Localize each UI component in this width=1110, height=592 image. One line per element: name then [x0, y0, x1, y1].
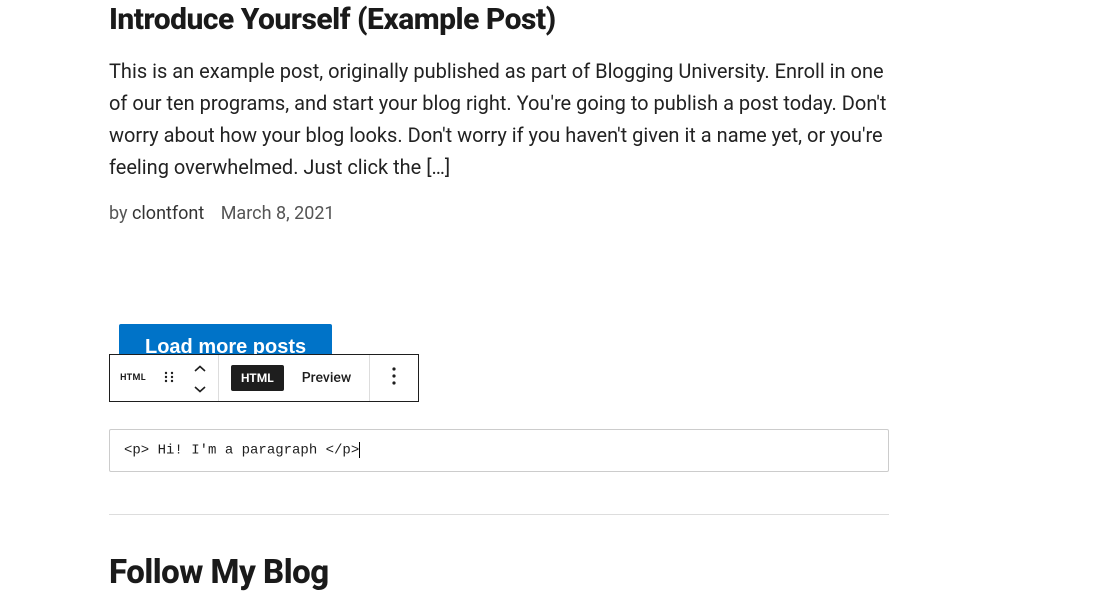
more-vertical-icon — [392, 367, 396, 389]
code-content: <p> Hi! I'm a paragraph </p> — [124, 443, 359, 459]
move-down-button[interactable] — [182, 379, 218, 397]
html-code-block[interactable]: <p> Hi! I'm a paragraph </p> — [109, 429, 889, 472]
post-excerpt: This is an example post, originally publ… — [109, 55, 899, 183]
post-title-link[interactable]: Introduce Yourself (Example Post) — [109, 2, 556, 37]
chevron-up-icon — [194, 361, 206, 376]
follow-blog-heading: Follow My Blog — [109, 553, 1001, 592]
by-prefix: by — [109, 203, 132, 224]
drag-handle[interactable] — [156, 355, 182, 401]
block-movers — [182, 359, 218, 397]
preview-tab-button[interactable]: Preview — [284, 355, 370, 401]
move-up-button[interactable] — [182, 359, 218, 377]
chevron-down-icon — [194, 381, 206, 396]
post-meta: by clontfont March 8, 2021 — [109, 203, 1001, 224]
post-title: Introduce Yourself (Example Post) — [109, 2, 1001, 37]
section-divider — [109, 514, 889, 515]
html-tab-button[interactable]: HTML — [219, 355, 284, 401]
post-author[interactable]: clontfont — [132, 203, 204, 224]
block-toolbar: HTML HTML — [109, 354, 419, 402]
post-date[interactable]: March 8, 2021 — [221, 203, 335, 224]
html-tab-label: HTML — [231, 365, 284, 391]
more-options-button[interactable] — [370, 355, 418, 401]
block-type-button[interactable]: HTML — [110, 355, 156, 401]
drag-icon — [162, 369, 176, 388]
